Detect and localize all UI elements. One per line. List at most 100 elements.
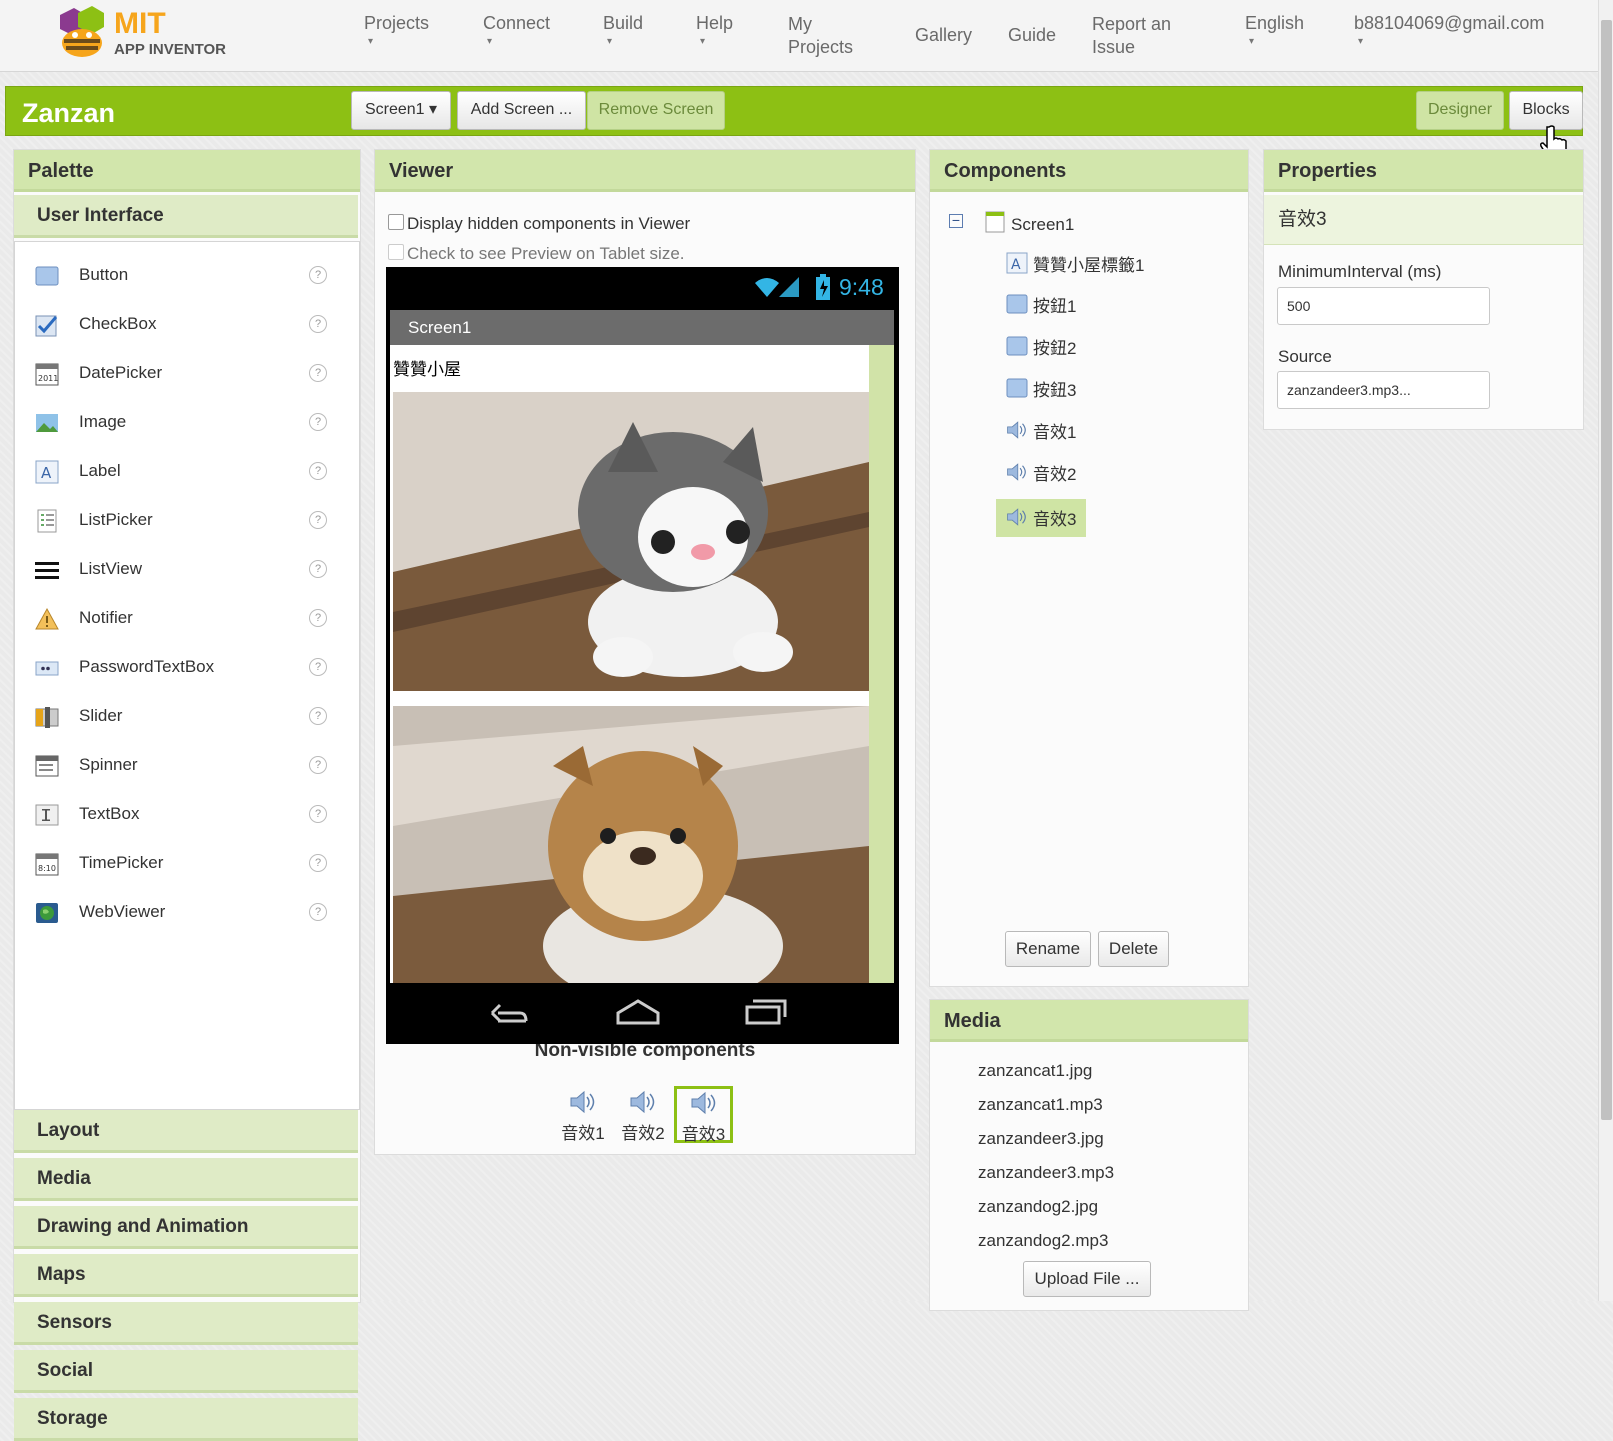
nav-guide[interactable]: Guide	[1008, 24, 1056, 47]
category-media[interactable]: Media	[14, 1158, 358, 1201]
wifi-icon	[755, 278, 779, 297]
battery-icon	[816, 274, 830, 300]
screen-icon	[985, 211, 1005, 233]
nav-projects-label: Projects	[364, 13, 430, 33]
help-icon[interactable]: ?	[309, 707, 327, 725]
nav-report-label-2: Issue	[1092, 37, 1136, 57]
help-icon[interactable]: ?	[309, 805, 327, 823]
category-storage[interactable]: Storage	[14, 1398, 358, 1441]
source-selector[interactable]: zanzandeer3.mp3...	[1277, 371, 1490, 409]
delete-button[interactable]: Delete	[1098, 931, 1169, 967]
tablet-preview-checkbox[interactable]	[388, 244, 404, 260]
upload-file-button[interactable]: Upload File ...	[1023, 1261, 1151, 1297]
media-file[interactable]: zanzancat1.jpg	[978, 1061, 1092, 1081]
phone-screen-title: Screen1	[390, 310, 894, 345]
media-file[interactable]: zanzandog2.jpg	[978, 1197, 1098, 1217]
nav-my-projects-label-1: My	[788, 14, 812, 34]
palette-item-checkbox[interactable]: CheckBox?	[17, 301, 353, 350]
screen-select-dropdown[interactable]: Screen1 ▾	[351, 91, 451, 130]
palette-item-label: Slider	[79, 706, 123, 725]
dog-photo	[393, 706, 869, 983]
nonvisible-sound-label: 音效2	[621, 1124, 665, 1143]
palette-item-slider[interactable]: Slider?	[17, 693, 353, 742]
label-icon: A	[1006, 252, 1028, 274]
nav-projects[interactable]: Projects ▾	[364, 12, 429, 49]
project-name: Zanzan	[22, 98, 116, 128]
help-icon[interactable]: ?	[309, 413, 327, 431]
palette-item-label: Spinner	[79, 755, 138, 774]
palette-item-webviewer[interactable]: WebViewer?	[17, 889, 353, 938]
palette-item-timepicker[interactable]: 8:10 TimePicker?	[17, 840, 353, 889]
recents-icon	[745, 999, 787, 1025]
add-screen-button[interactable]: Add Screen ...	[457, 91, 586, 130]
help-icon[interactable]: ?	[309, 609, 327, 627]
palette-item-passwordtextbox[interactable]: PasswordTextBox?	[17, 644, 353, 693]
help-icon[interactable]: ?	[309, 266, 327, 284]
checkbox-icon	[35, 315, 58, 337]
nav-report-issue[interactable]: Report an Issue	[1092, 13, 1171, 59]
palette-item-image[interactable]: Image?	[17, 399, 353, 448]
category-drawing-animation[interactable]: Drawing and Animation	[14, 1206, 358, 1249]
help-icon[interactable]: ?	[309, 756, 327, 774]
palette-item-spinner[interactable]: Spinner?	[17, 742, 353, 791]
min-interval-input[interactable]: 500	[1277, 287, 1490, 325]
help-icon[interactable]: ?	[309, 903, 327, 921]
help-icon[interactable]: ?	[309, 315, 327, 333]
remove-screen-button[interactable]: Remove Screen	[587, 91, 725, 130]
category-user-interface[interactable]: User Interface	[14, 195, 358, 238]
media-file[interactable]: zanzandog2.mp3	[978, 1231, 1108, 1251]
rename-button[interactable]: Rename	[1005, 931, 1091, 967]
password-icon	[35, 661, 59, 676]
screen-scroll-indicator	[869, 345, 894, 983]
category-social[interactable]: Social	[14, 1350, 358, 1393]
nav-my-projects[interactable]: My Projects	[788, 13, 853, 59]
help-icon[interactable]: ?	[309, 364, 327, 382]
category-layout[interactable]: Layout	[14, 1110, 358, 1153]
palette-item-label: TimePicker	[79, 853, 164, 872]
screen-label[interactable]: 贊贊小屋	[393, 355, 461, 380]
help-icon[interactable]: ?	[309, 854, 327, 872]
media-file[interactable]: zanzancat1.mp3	[978, 1095, 1103, 1115]
nav-account[interactable]: b88104069@gmail.com ▾	[1354, 12, 1544, 49]
palette-item-listview[interactable]: ListView?	[17, 546, 353, 595]
app-inventor-logo[interactable]: MIT APP INVENTOR	[48, 5, 248, 63]
palette-item-textbox[interactable]: TextBox?	[17, 791, 353, 840]
listview-icon	[35, 562, 59, 579]
nonvisible-sound-3-selected[interactable]: 音效3	[674, 1086, 733, 1144]
media-file[interactable]: zanzandeer3.mp3	[978, 1163, 1114, 1183]
tree-node-label: 贊贊小屋標籤1	[1033, 256, 1145, 275]
palette-item-listpicker[interactable]: ListPicker?	[17, 497, 353, 546]
nav-language[interactable]: English ▾	[1245, 12, 1304, 49]
palette-item-datepicker[interactable]: 2011 DatePicker?	[17, 350, 353, 399]
cat-image[interactable]	[393, 392, 869, 691]
nav-build[interactable]: Build ▾	[603, 12, 643, 49]
min-interval-label: MinimumInterval (ms)	[1278, 262, 1442, 281]
scrollbar-thumb[interactable]	[1601, 20, 1612, 1120]
nav-gallery[interactable]: Gallery	[915, 24, 972, 47]
project-toolbar: Zanzan Screen1 ▾ Add Screen ... Remove S…	[5, 86, 1583, 136]
category-maps[interactable]: Maps	[14, 1254, 358, 1297]
help-icon[interactable]: ?	[309, 560, 327, 578]
category-sensors[interactable]: Sensors	[14, 1302, 358, 1345]
nonvisible-sound-1[interactable]: 音效1	[558, 1090, 608, 1144]
phone-screen-area: 贊贊小屋	[390, 345, 894, 983]
palette-item-notifier[interactable]: Notifier?	[17, 595, 353, 644]
palette-item-label[interactable]: A Label?	[17, 448, 353, 497]
page-scrollbar[interactable]	[1598, 0, 1613, 1301]
palette-item-button[interactable]: Button?	[17, 252, 353, 301]
nonvisible-sound-2[interactable]: 音效2	[618, 1090, 668, 1144]
media-file[interactable]: zanzandeer3.jpg	[978, 1129, 1104, 1149]
display-hidden-checkbox[interactable]	[388, 214, 404, 230]
dog-image[interactable]	[393, 706, 869, 983]
collapse-icon[interactable]: −	[949, 213, 963, 228]
palette-item-label: TextBox	[79, 804, 140, 823]
palette-item-label: WebViewer	[79, 902, 166, 921]
help-icon[interactable]: ?	[309, 658, 327, 676]
help-icon[interactable]: ?	[309, 462, 327, 480]
help-icon[interactable]: ?	[309, 511, 327, 529]
designer-button[interactable]: Designer	[1416, 91, 1504, 130]
palette-item-label: Label	[79, 461, 121, 480]
nav-language-label: English	[1245, 13, 1305, 33]
nav-connect[interactable]: Connect ▾	[483, 12, 550, 49]
nav-help[interactable]: Help ▾	[696, 12, 733, 49]
